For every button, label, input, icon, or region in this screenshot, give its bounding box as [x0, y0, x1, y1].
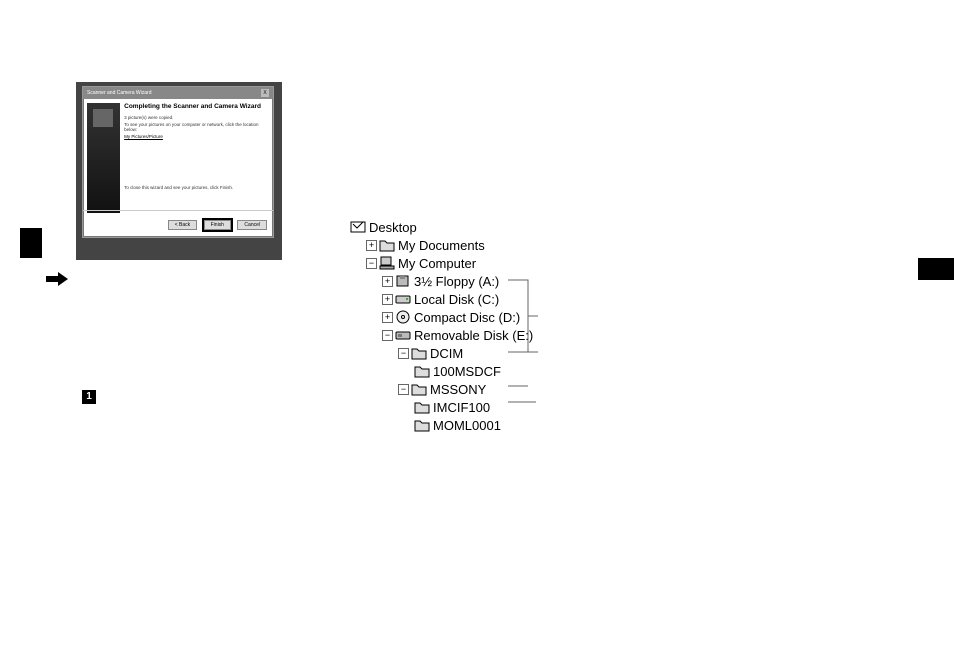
collapse-icon[interactable]: − — [382, 330, 393, 341]
folder-icon — [414, 364, 430, 378]
wizard-title-text: Scanner and Camera Wizard — [87, 90, 151, 96]
wizard-side-graphic — [87, 103, 120, 213]
close-icon[interactable]: X — [261, 89, 269, 97]
folder-icon — [414, 400, 430, 414]
tree-label: IMCIF100 — [433, 400, 490, 415]
collapse-icon[interactable]: − — [398, 348, 409, 359]
left-accent-block — [20, 228, 42, 258]
tree-node-my-documents[interactable]: + My Documents — [350, 236, 533, 254]
expand-icon[interactable]: + — [382, 276, 393, 287]
wizard-link[interactable]: My Pictures/Picture — [124, 134, 163, 139]
wizard-footer-note: To close this wizard and see your pictur… — [124, 185, 269, 190]
back-button[interactable]: < Back — [168, 220, 197, 230]
tree-label: My Computer — [398, 256, 476, 271]
tree-label: DCIM — [430, 346, 463, 361]
tree-node-moml0001[interactable]: MOML0001 — [350, 416, 533, 434]
tree-node-my-computer[interactable]: − My Computer — [350, 254, 533, 272]
tree-node-mssony[interactable]: − MSSONY — [350, 380, 533, 398]
tree-node-imcif100[interactable]: IMCIF100 — [350, 398, 533, 416]
camera-icon — [93, 109, 113, 127]
desktop-icon — [350, 220, 366, 234]
wizard-heading: Completing the Scanner and Camera Wizard — [124, 103, 269, 111]
tree-label: MSSONY — [430, 382, 486, 397]
tree-node-100msdcf[interactable]: 100MSDCF — [350, 362, 533, 380]
tree-label: Desktop — [369, 220, 417, 235]
tree-node-desktop[interactable]: Desktop — [350, 218, 533, 236]
wizard-instruction: To see your pictures on your computer or… — [124, 122, 269, 132]
wizard-dialog: Scanner and Camera Wizard X Completing t… — [82, 86, 274, 238]
right-accent-tab — [918, 258, 954, 280]
tree-node-local-disk[interactable]: + Local Disk (C:) — [350, 290, 533, 308]
tree-label: My Documents — [398, 238, 485, 253]
disk-icon — [395, 292, 411, 306]
folder-icon — [414, 418, 430, 432]
folder-icon — [411, 382, 427, 396]
removable-disk-icon — [395, 328, 411, 342]
folder-icon — [411, 346, 427, 360]
wizard-titlebar: Scanner and Camera Wizard X — [83, 87, 273, 99]
finish-button[interactable]: Finish — [204, 220, 231, 230]
cancel-button[interactable]: Cancel — [237, 220, 267, 230]
tree-label: 3½ Floppy (A:) — [414, 274, 499, 289]
tree-node-cd[interactable]: + Compact Disc (D:) — [350, 308, 533, 326]
tree-label: MOML0001 — [433, 418, 501, 433]
tree-label: 100MSDCF — [433, 364, 501, 379]
cd-icon — [395, 310, 411, 324]
tree-node-dcim[interactable]: − DCIM — [350, 344, 533, 362]
tree-label: Compact Disc (D:) — [414, 310, 520, 325]
collapse-icon[interactable]: − — [398, 384, 409, 395]
tree-node-removable[interactable]: − Removable Disk (E:) — [350, 326, 533, 344]
collapse-icon[interactable]: − — [366, 258, 377, 269]
tree-label: Local Disk (C:) — [414, 292, 499, 307]
computer-icon — [379, 256, 395, 270]
callout-brackets — [508, 268, 548, 418]
folder-tree: Desktop + My Documents − My Computer + 3… — [350, 218, 533, 434]
wizard-copied-count: 3 picture(s) were copied. — [124, 115, 269, 120]
expand-icon[interactable]: + — [366, 240, 377, 251]
expand-icon[interactable]: + — [382, 312, 393, 323]
arrow-icon — [46, 272, 68, 291]
floppy-icon — [395, 274, 411, 288]
expand-icon[interactable]: + — [382, 294, 393, 305]
step-number-badge: 1 — [82, 390, 96, 404]
tree-node-floppy[interactable]: + 3½ Floppy (A:) — [350, 272, 533, 290]
folder-icon — [379, 238, 395, 252]
